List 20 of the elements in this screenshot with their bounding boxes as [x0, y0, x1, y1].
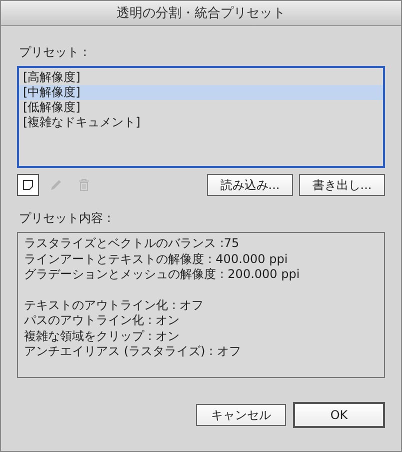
detail-line: アンチエイリアス (ラスタライズ) : オフ [24, 344, 241, 360]
preset-item[interactable]: [複雑なドキュメント] [19, 115, 383, 130]
window-title: 透明の分割・統合プリセット [116, 5, 286, 22]
note-icon [22, 179, 34, 191]
file-button[interactable]: 書き出し... [299, 174, 385, 196]
ok-button[interactable]: OK [293, 402, 385, 428]
file-button[interactable]: 読み込み... [207, 174, 293, 196]
presets-label: プリセット : [19, 44, 87, 61]
preset-item[interactable]: [低解像度] [19, 100, 383, 115]
detail-line: グラデーションとメッシュの解像度 : 200.000 ppi [24, 267, 300, 282]
cancel-button[interactable]: キャンセル [196, 404, 286, 426]
detail-line: ラインアートとテキストの解像度 : 400.000 ppi [24, 252, 288, 267]
detail-line: パスのアウトライン化 : オン [24, 313, 180, 328]
details-label: プリセット内容 : [19, 210, 111, 227]
detail-line: テキストのアウトライン化 : オフ [24, 298, 204, 313]
preset-item[interactable]: [高解像度] [19, 70, 383, 85]
preset-item[interactable]: [中解像度] [19, 85, 383, 100]
detail-line: ラスタライズとベクトルのバランス :75 [24, 236, 240, 252]
new-preset-button[interactable] [17, 174, 39, 196]
detail-line: 複雑な領域をクリップ : オン [24, 328, 180, 344]
